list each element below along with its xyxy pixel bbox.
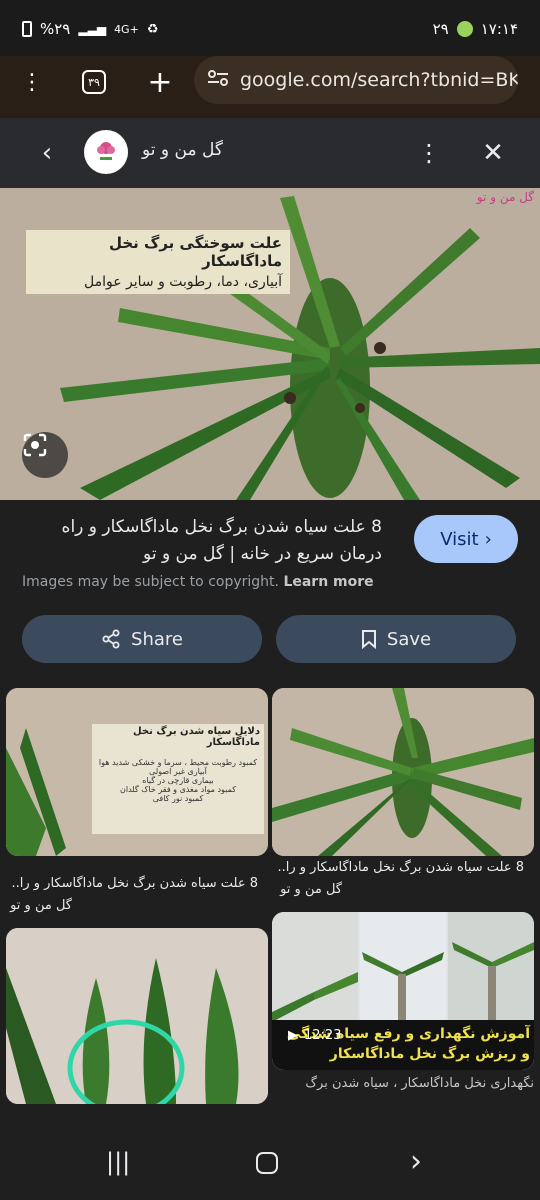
- caption-title: علت سوختگی برگ نخل ماداگاسکار: [108, 234, 282, 270]
- related-source[interactable]: گل من و تو: [10, 898, 72, 913]
- lens-icon: [23, 433, 47, 457]
- status-bar: %۲۹ ▂▃▅ 4G+ ♻ ۲۹ ۱۷:۱۴: [0, 0, 540, 56]
- share-icon: [102, 629, 120, 649]
- url-text: google.com/search?tbnid=BKpO: [240, 69, 518, 91]
- battery-icon: [22, 21, 32, 37]
- copyright-text: Images may be subject to copyright.: [22, 574, 279, 590]
- main-image[interactable]: گل من و تو علت سوختگی برگ نخل ماداگاسکار…: [0, 188, 540, 500]
- overlay-title: دلایل سیاه شدن برگ نخل ماداگاسکار: [132, 726, 260, 748]
- visit-label: Visit: [440, 528, 479, 550]
- lens-search-button[interactable]: [22, 432, 68, 478]
- back-icon[interactable]: ›: [410, 1144, 422, 1179]
- image-result-sheet: ‹ گل من و تو ⋮ ✕ گل من و تو علت سوختگی ب…: [0, 118, 540, 1126]
- overlay-line: کمبود رطوبت محیط ، سرما و خشکی شدید هوا: [98, 758, 258, 767]
- overlay-card: دلایل سیاه شدن برگ نخل ماداگاسکار کمبود …: [92, 724, 264, 834]
- recycle-icon: ♻: [146, 21, 159, 37]
- overlay-line: آبیاری غیر اصولی: [149, 767, 207, 776]
- overlay-line: کمبود مواد مغذی و فقر خاک گلدان: [119, 785, 237, 794]
- chevron-right-icon: ›: [484, 528, 492, 550]
- related-title[interactable]: 8 علت سیاه شدن برگ نخل ماداگاسکار و را..: [10, 874, 258, 894]
- bookmark-icon: [361, 630, 376, 649]
- tab-count: ۳۹: [82, 70, 106, 94]
- system-navigation-bar: ||| ›: [0, 1118, 540, 1200]
- sheet-header: ‹ گل من و تو ⋮ ✕: [0, 118, 540, 188]
- overlay-line: بیماری قارچی در گیاه: [142, 776, 214, 785]
- result-title[interactable]: 8 علت سیاه شدن برگ نخل ماداگاسکار و راه …: [22, 514, 382, 568]
- caption-subtitle: آبیاری، دما، رطوبت و سایر عوامل: [83, 274, 282, 290]
- back-chevron-icon[interactable]: ‹: [30, 136, 64, 170]
- more-options-icon[interactable]: ⋮: [412, 136, 446, 170]
- overlay-line: کمبود نور کافی: [152, 794, 204, 803]
- network-type: 4G+: [114, 22, 139, 36]
- watermark-logo: گل من و تو: [476, 190, 534, 204]
- status-right-group: ۲۹ ۱۷:۱۴: [433, 20, 518, 38]
- recent-apps-icon[interactable]: |||: [106, 1148, 130, 1176]
- related-source[interactable]: گل من و تو: [276, 882, 342, 897]
- share-label: Share: [131, 628, 183, 650]
- visit-button[interactable]: Visit ›: [414, 515, 518, 563]
- copyright-notice: Images may be subject to copyright. Lear…: [22, 574, 374, 590]
- tab-switcher-button[interactable]: ۳۹: [76, 64, 112, 100]
- image-caption-box: علت سوختگی برگ نخل ماداگاسکار آبیاری، دم…: [26, 230, 290, 294]
- plant-illustration: [272, 688, 534, 856]
- clock: ۱۷:۱۴: [480, 20, 518, 38]
- new-tab-button[interactable]: +: [142, 64, 178, 100]
- learn-more-link[interactable]: Learn more: [283, 574, 373, 590]
- play-icon: ▶: [288, 1028, 298, 1043]
- related-title[interactable]: 8 علت سیاه شدن برگ نخل ماداگاسکار و را..: [276, 858, 524, 878]
- browser-toolbar: ⋮ ۳۹ + google.com/search?tbnid=BKpO: [0, 56, 540, 118]
- share-button[interactable]: Share: [22, 615, 262, 663]
- date-number: ۲۹: [432, 20, 449, 38]
- site-settings-icon[interactable]: [206, 68, 230, 92]
- address-bar[interactable]: google.com/search?tbnid=BKpO: [194, 56, 518, 104]
- leaf-closeup-illustration: [6, 928, 268, 1104]
- duration-text: 12:23: [304, 1028, 342, 1043]
- site-name[interactable]: گل من و تو: [142, 140, 223, 160]
- related-video-thumbnail[interactable]: آموزش نگهداری و رفع سیاه شدگی و ریزش برگ…: [272, 912, 534, 1070]
- save-label: Save: [386, 628, 432, 650]
- battery-level: %۲۹: [40, 20, 71, 38]
- menu-icon[interactable]: ⋮: [14, 64, 50, 100]
- video-duration: ▶ 12:23: [288, 1028, 341, 1043]
- save-button[interactable]: Save: [276, 615, 516, 663]
- home-icon[interactable]: [256, 1148, 278, 1174]
- signal-icon: ▂▃▅: [78, 22, 107, 36]
- related-thumbnail[interactable]: [272, 688, 534, 856]
- status-left-group: %۲۹ ▂▃▅ 4G+ ♻: [22, 20, 158, 38]
- related-thumbnail[interactable]: دلایل سیاه شدن برگ نخل ماداگاسکار کمبود …: [6, 688, 268, 856]
- close-icon[interactable]: ✕: [476, 136, 510, 170]
- related-video-title[interactable]: نگهداری نخل ماداگاسکار ، سیاه شدن برگ: [272, 1076, 534, 1091]
- related-thumbnail[interactable]: [6, 928, 268, 1104]
- site-logo[interactable]: [84, 130, 128, 174]
- app-notification-icon: [456, 21, 473, 37]
